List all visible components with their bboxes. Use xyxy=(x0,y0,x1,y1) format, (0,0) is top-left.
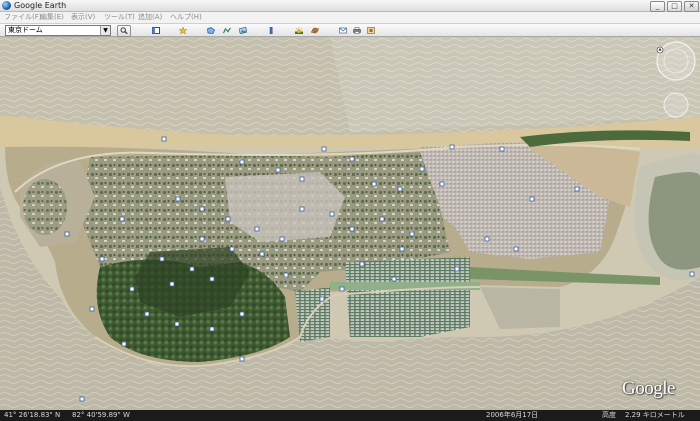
altitude-label: 高度 xyxy=(602,411,616,419)
navigation-compass[interactable] xyxy=(656,41,696,81)
fly-to-input[interactable] xyxy=(6,26,98,35)
window-title: Google Earth xyxy=(14,1,67,10)
email-icon xyxy=(339,27,347,34)
menu-file[interactable]: ファイル(F) xyxy=(4,12,42,23)
path-button[interactable] xyxy=(220,25,234,37)
search-button[interactable] xyxy=(117,25,131,37)
imagery-date: 2006年6月17日 xyxy=(486,411,539,419)
satellite-imagery[interactable] xyxy=(0,37,700,410)
ruler-icon xyxy=(269,27,273,34)
print-button[interactable] xyxy=(350,25,364,37)
polygon-button[interactable] xyxy=(204,25,218,37)
menu-view[interactable]: 表示(V) xyxy=(71,12,95,23)
placemark-icon xyxy=(179,27,187,34)
polygon-icon xyxy=(207,27,215,34)
sidebar-toggle-button[interactable] xyxy=(149,25,163,37)
path-icon xyxy=(223,27,231,34)
menu-bar: ファイル(F) 編集(E) 表示(V) ツール(T) 追加(A) ヘルプ(H) xyxy=(0,12,700,24)
image-overlay-icon xyxy=(239,27,247,34)
map-viewport[interactable]: Google xyxy=(0,37,700,410)
search-icon xyxy=(120,27,128,34)
sidebar-toggle-icon xyxy=(152,27,160,34)
menu-help[interactable]: ヘルプ(H) xyxy=(170,12,202,23)
altitude-readout: 2.29 キロメートル xyxy=(625,411,685,419)
print-icon xyxy=(353,27,361,34)
title-bar: Google Earth _ □ ✕ xyxy=(0,0,700,12)
google-earth-icon xyxy=(2,1,11,10)
status-bar: 41° 26'18.83" N 82° 40'59.89" W 2006年6月1… xyxy=(0,410,700,421)
planets-button[interactable] xyxy=(308,25,322,37)
maximize-button[interactable]: □ xyxy=(667,1,682,12)
menu-edit[interactable]: 編集(E) xyxy=(40,12,64,23)
map-view-button[interactable] xyxy=(364,25,378,37)
google-logo: Google xyxy=(622,378,675,399)
placemark-button[interactable] xyxy=(176,25,190,37)
menu-tools[interactable]: ツール(T) xyxy=(104,12,135,23)
toolbar: ▼ xyxy=(0,24,700,37)
map-view-icon xyxy=(367,27,375,34)
menu-add[interactable]: 追加(A) xyxy=(138,12,162,23)
minimize-button[interactable]: _ xyxy=(650,1,665,12)
fly-to-box: ▼ xyxy=(5,25,111,36)
ruler-button[interactable] xyxy=(264,25,278,37)
zoom-slider[interactable] xyxy=(663,92,689,118)
fly-to-dropdown[interactable]: ▼ xyxy=(100,26,110,35)
email-button[interactable] xyxy=(336,25,350,37)
latitude-readout: 41° 26'18.83" N xyxy=(4,411,61,419)
sunlight-button[interactable] xyxy=(292,25,306,37)
close-button[interactable]: ✕ xyxy=(684,1,699,12)
longitude-readout: 82° 40'59.89" W xyxy=(72,411,130,419)
image-overlay-button[interactable] xyxy=(236,25,250,37)
planets-icon xyxy=(311,27,319,34)
sunlight-icon xyxy=(295,27,303,34)
